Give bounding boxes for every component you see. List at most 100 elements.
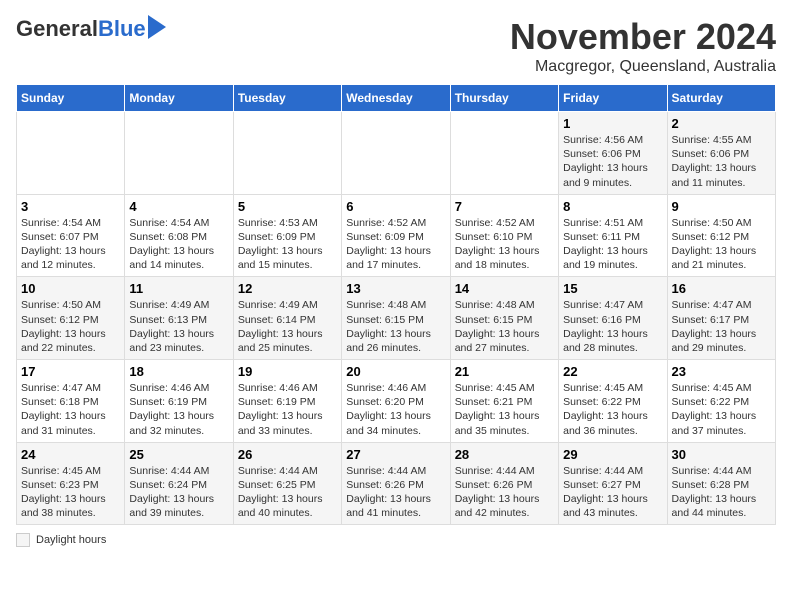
calendar-cell: 13 Sunrise: 4:48 AMSunset: 6:15 PMDayligh… bbox=[342, 277, 450, 360]
day-info: Sunrise: 4:44 AMSunset: 6:24 PMDaylight:… bbox=[129, 464, 228, 521]
day-number: 8 bbox=[563, 199, 662, 214]
day-info: Sunrise: 4:45 AMSunset: 6:22 PMDaylight:… bbox=[563, 381, 662, 438]
week-row-2: 3 Sunrise: 4:54 AMSunset: 6:07 PMDaylight… bbox=[17, 194, 776, 277]
day-info: Sunrise: 4:53 AMSunset: 6:09 PMDaylight:… bbox=[238, 216, 337, 273]
day-number: 30 bbox=[672, 447, 771, 462]
day-info: Sunrise: 4:47 AMSunset: 6:16 PMDaylight:… bbox=[563, 298, 662, 355]
day-number: 3 bbox=[21, 199, 120, 214]
week-row-3: 10 Sunrise: 4:50 AMSunset: 6:12 PMDayligh… bbox=[17, 277, 776, 360]
header-row: SundayMondayTuesdayWednesdayThursdayFrid… bbox=[17, 85, 776, 112]
calendar-cell: 30 Sunrise: 4:44 AMSunset: 6:28 PMDayligh… bbox=[667, 442, 775, 525]
calendar-cell bbox=[450, 112, 558, 195]
calendar-cell bbox=[233, 112, 341, 195]
day-number: 28 bbox=[455, 447, 554, 462]
day-info: Sunrise: 4:47 AMSunset: 6:17 PMDaylight:… bbox=[672, 298, 771, 355]
calendar-cell: 16 Sunrise: 4:47 AMSunset: 6:17 PMDayligh… bbox=[667, 277, 775, 360]
day-number: 25 bbox=[129, 447, 228, 462]
week-row-4: 17Sunrise: 4:47 AMSunset: 6:18 PMDayligh… bbox=[17, 360, 776, 443]
day-number: 2 bbox=[672, 116, 771, 131]
calendar-cell: 25 Sunrise: 4:44 AMSunset: 6:24 PMDayligh… bbox=[125, 442, 233, 525]
title-section: November 2024 Macgregor, Queensland, Aus… bbox=[510, 16, 776, 76]
day-info: Sunrise: 4:48 AMSunset: 6:15 PMDaylight:… bbox=[346, 298, 445, 355]
day-number: 15 bbox=[563, 281, 662, 296]
calendar-cell: 14 Sunrise: 4:48 AMSunset: 6:15 PMDayligh… bbox=[450, 277, 558, 360]
calendar-cell: 22 Sunrise: 4:45 AMSunset: 6:22 PMDayligh… bbox=[559, 360, 667, 443]
calendar-cell: 29Sunrise: 4:44 AMSunset: 6:27 PMDayligh… bbox=[559, 442, 667, 525]
calendar-cell: 8 Sunrise: 4:51 AMSunset: 6:11 PMDaylight… bbox=[559, 194, 667, 277]
calendar-cell: 12Sunrise: 4:49 AMSunset: 6:14 PMDayligh… bbox=[233, 277, 341, 360]
calendar-cell bbox=[125, 112, 233, 195]
day-number: 1 bbox=[563, 116, 662, 131]
day-info: Sunrise: 4:46 AMSunset: 6:19 PMDaylight:… bbox=[238, 381, 337, 438]
day-number: 20 bbox=[346, 364, 445, 379]
calendar-cell bbox=[17, 112, 125, 195]
week-row-1: 1 Sunrise: 4:56 AMSunset: 6:06 PMDaylight… bbox=[17, 112, 776, 195]
legend-label: Daylight hours bbox=[36, 534, 106, 546]
calendar-cell: 5 Sunrise: 4:53 AMSunset: 6:09 PMDaylight… bbox=[233, 194, 341, 277]
day-number: 10 bbox=[21, 281, 120, 296]
logo-blue-text: Blue bbox=[98, 16, 146, 42]
day-number: 18 bbox=[129, 364, 228, 379]
logo-general-text: General bbox=[16, 16, 98, 42]
day-info: Sunrise: 4:48 AMSunset: 6:15 PMDaylight:… bbox=[455, 298, 554, 355]
day-number: 13 bbox=[346, 281, 445, 296]
day-info: Sunrise: 4:49 AMSunset: 6:13 PMDaylight:… bbox=[129, 298, 228, 355]
header-cell-tuesday: Tuesday bbox=[233, 85, 341, 112]
header-cell-wednesday: Wednesday bbox=[342, 85, 450, 112]
day-info: Sunrise: 4:44 AMSunset: 6:25 PMDaylight:… bbox=[238, 464, 337, 521]
day-info: Sunrise: 4:50 AMSunset: 6:12 PMDaylight:… bbox=[21, 298, 120, 355]
day-info: Sunrise: 4:52 AMSunset: 6:09 PMDaylight:… bbox=[346, 216, 445, 273]
day-info: Sunrise: 4:45 AMSunset: 6:23 PMDaylight:… bbox=[21, 464, 120, 521]
calendar-cell bbox=[342, 112, 450, 195]
day-number: 14 bbox=[455, 281, 554, 296]
day-number: 21 bbox=[455, 364, 554, 379]
header-cell-sunday: Sunday bbox=[17, 85, 125, 112]
calendar-cell: 6 Sunrise: 4:52 AMSunset: 6:09 PMDaylight… bbox=[342, 194, 450, 277]
day-number: 11 bbox=[129, 281, 228, 296]
day-info: Sunrise: 4:45 AMSunset: 6:22 PMDaylight:… bbox=[672, 381, 771, 438]
calendar-cell: 11 Sunrise: 4:49 AMSunset: 6:13 PMDayligh… bbox=[125, 277, 233, 360]
day-info: Sunrise: 4:51 AMSunset: 6:11 PMDaylight:… bbox=[563, 216, 662, 273]
calendar-cell: 26Sunrise: 4:44 AMSunset: 6:25 PMDayligh… bbox=[233, 442, 341, 525]
calendar-cell: 20 Sunrise: 4:46 AMSunset: 6:20 PMDayligh… bbox=[342, 360, 450, 443]
day-info: Sunrise: 4:45 AMSunset: 6:21 PMDaylight:… bbox=[455, 381, 554, 438]
calendar-body: 1 Sunrise: 4:56 AMSunset: 6:06 PMDaylight… bbox=[17, 112, 776, 525]
calendar-cell: 4Sunrise: 4:54 AMSunset: 6:08 PMDaylight… bbox=[125, 194, 233, 277]
page-header: General Blue November 2024 Macgregor, Qu… bbox=[16, 16, 776, 76]
calendar-cell: 15 Sunrise: 4:47 AMSunset: 6:16 PMDayligh… bbox=[559, 277, 667, 360]
calendar-cell: 17Sunrise: 4:47 AMSunset: 6:18 PMDayligh… bbox=[17, 360, 125, 443]
day-number: 6 bbox=[346, 199, 445, 214]
day-info: Sunrise: 4:46 AMSunset: 6:19 PMDaylight:… bbox=[129, 381, 228, 438]
day-info: Sunrise: 4:44 AMSunset: 6:28 PMDaylight:… bbox=[672, 464, 771, 521]
day-info: Sunrise: 4:46 AMSunset: 6:20 PMDaylight:… bbox=[346, 381, 445, 438]
day-number: 23 bbox=[672, 364, 771, 379]
calendar-table: SundayMondayTuesdayWednesdayThursdayFrid… bbox=[16, 84, 776, 525]
calendar-cell: 28Sunrise: 4:44 AMSunset: 6:26 PMDayligh… bbox=[450, 442, 558, 525]
logo: General Blue bbox=[16, 16, 166, 42]
calendar-cell: 3 Sunrise: 4:54 AMSunset: 6:07 PMDaylight… bbox=[17, 194, 125, 277]
calendar-cell: 24Sunrise: 4:45 AMSunset: 6:23 PMDayligh… bbox=[17, 442, 125, 525]
day-info: Sunrise: 4:50 AMSunset: 6:12 PMDaylight:… bbox=[672, 216, 771, 273]
calendar-cell: 27Sunrise: 4:44 AMSunset: 6:26 PMDayligh… bbox=[342, 442, 450, 525]
legend-color-box bbox=[16, 533, 30, 547]
day-number: 5 bbox=[238, 199, 337, 214]
calendar-cell: 10 Sunrise: 4:50 AMSunset: 6:12 PMDayligh… bbox=[17, 277, 125, 360]
day-info: Sunrise: 4:56 AMSunset: 6:06 PMDaylight:… bbox=[563, 133, 662, 190]
subtitle: Macgregor, Queensland, Australia bbox=[510, 58, 776, 76]
day-number: 4 bbox=[129, 199, 228, 214]
header-cell-friday: Friday bbox=[559, 85, 667, 112]
day-number: 22 bbox=[563, 364, 662, 379]
calendar-cell: 7Sunrise: 4:52 AMSunset: 6:10 PMDaylight… bbox=[450, 194, 558, 277]
header-cell-thursday: Thursday bbox=[450, 85, 558, 112]
legend: Daylight hours bbox=[16, 533, 776, 547]
day-info: Sunrise: 4:44 AMSunset: 6:27 PMDaylight:… bbox=[563, 464, 662, 521]
calendar-cell: 9 Sunrise: 4:50 AMSunset: 6:12 PMDaylight… bbox=[667, 194, 775, 277]
calendar-cell: 18 Sunrise: 4:46 AMSunset: 6:19 PMDayligh… bbox=[125, 360, 233, 443]
day-info: Sunrise: 4:54 AMSunset: 6:07 PMDaylight:… bbox=[21, 216, 120, 273]
day-info: Sunrise: 4:49 AMSunset: 6:14 PMDaylight:… bbox=[238, 298, 337, 355]
header-cell-saturday: Saturday bbox=[667, 85, 775, 112]
day-number: 9 bbox=[672, 199, 771, 214]
calendar-cell: 2Sunrise: 4:55 AMSunset: 6:06 PMDaylight… bbox=[667, 112, 775, 195]
day-info: Sunrise: 4:44 AMSunset: 6:26 PMDaylight:… bbox=[346, 464, 445, 521]
day-number: 16 bbox=[672, 281, 771, 296]
